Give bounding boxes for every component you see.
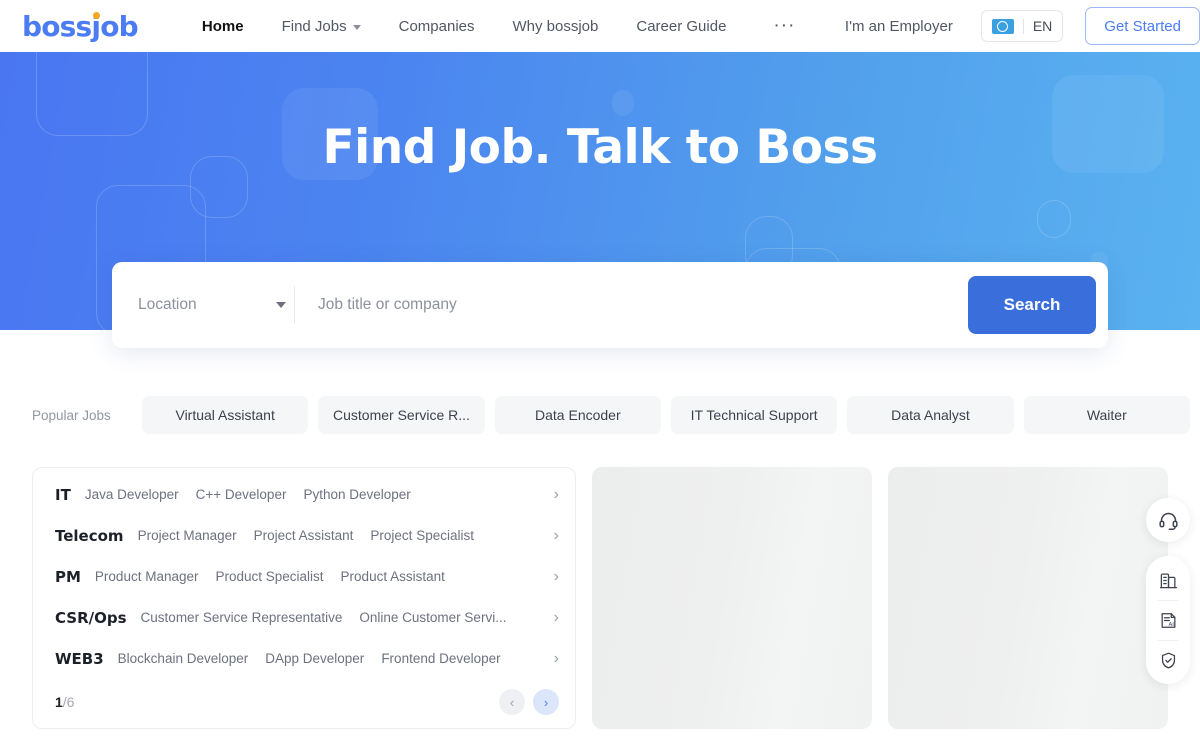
nav-item-find-jobs[interactable]: Find Jobs <box>263 18 380 35</box>
customer-support-button[interactable] <box>1146 498 1190 542</box>
page-indicator: 1/6 <box>55 694 74 710</box>
category-row-telecom[interactable]: Telecom Project Manager Project Assistan… <box>33 515 575 556</box>
logo-dot-icon <box>93 11 100 19</box>
get-started-button[interactable]: Get Started <box>1085 7 1200 45</box>
header-right-actions: I'm an Employer EN Get Started <box>845 7 1200 45</box>
category-row-web3[interactable]: WEB3 Blockchain Developer DApp Developer… <box>33 638 575 679</box>
category-name: IT <box>55 485 71 504</box>
hero-title: Find Job. Talk to Boss <box>322 120 878 175</box>
category-tag[interactable]: Java Developer <box>85 487 179 502</box>
bossjob-logo[interactable]: bossjob <box>22 9 139 43</box>
popular-jobs-chips: Virtual Assistant Customer Service R... … <box>142 396 1200 434</box>
nav-item-why-bossjob[interactable]: Why bossjob <box>494 18 618 35</box>
nav-item-companies[interactable]: Companies <box>380 18 494 35</box>
nav-label: Career Guide <box>636 17 727 35</box>
chevron-right-icon[interactable]: › <box>548 527 559 545</box>
popular-job-chip[interactable]: Virtual Assistant <box>142 396 309 434</box>
pagination-buttons: ‹ › <box>499 689 559 715</box>
popular-jobs-row: Popular Jobs Virtual Assistant Customer … <box>0 396 1200 434</box>
svg-text:AI: AI <box>1168 622 1174 628</box>
headset-icon <box>1158 510 1179 531</box>
category-tag[interactable]: Online Customer Servi... <box>359 610 506 625</box>
category-tag[interactable]: Python Developer <box>303 487 410 502</box>
page-current: 1 <box>55 694 63 710</box>
category-tag[interactable]: Project Manager <box>138 528 237 543</box>
content-placeholder-card <box>592 467 872 729</box>
chevron-down-icon <box>276 302 286 308</box>
nav-label: Find Jobs <box>281 17 347 35</box>
companies-button[interactable] <box>1146 560 1190 600</box>
category-row-it[interactable]: IT Java Developer C++ Developer Python D… <box>33 474 575 515</box>
employer-link[interactable]: I'm an Employer <box>845 18 953 35</box>
floating-side-dock: AI <box>1146 498 1190 684</box>
logo-text: bossjob <box>22 9 139 43</box>
decor-shape <box>1037 200 1071 238</box>
category-tags: Customer Service Representative Online C… <box>141 610 548 625</box>
dock-button-group: AI <box>1146 556 1190 684</box>
language-code: EN <box>1032 18 1053 34</box>
category-tags: Blockchain Developer DApp Developer Fron… <box>118 651 548 666</box>
category-row-csr-ops[interactable]: CSR/Ops Customer Service Representative … <box>33 597 575 638</box>
nav-item-home[interactable]: Home <box>183 18 263 35</box>
category-tags: Product Manager Product Specialist Produ… <box>95 569 548 584</box>
shield-check-icon <box>1159 651 1178 670</box>
language-selector[interactable]: EN <box>980 10 1064 42</box>
category-tag[interactable]: Blockchain Developer <box>118 651 249 666</box>
top-navigation-bar: bossjob Home Find Jobs Companies Why bos… <box>0 0 1200 52</box>
chevron-down-icon <box>352 24 361 30</box>
category-tag[interactable]: C++ Developer <box>196 487 287 502</box>
nav-label: Why bossjob <box>512 17 599 35</box>
chevron-right-icon[interactable]: › <box>548 650 559 668</box>
category-tag[interactable]: DApp Developer <box>265 651 364 666</box>
search-bar-container: Location Search <box>112 262 1108 348</box>
popular-jobs-label: Popular Jobs <box>32 407 111 423</box>
category-tag[interactable]: Product Manager <box>95 569 199 584</box>
search-button[interactable]: Search <box>968 276 1096 334</box>
category-tags: Java Developer C++ Developer Python Deve… <box>85 487 548 502</box>
previous-page-button[interactable]: ‹ <box>499 689 525 715</box>
nav-label: Companies <box>398 17 475 35</box>
building-icon <box>1159 571 1178 590</box>
page-total: /6 <box>62 694 75 710</box>
popular-job-chip[interactable]: Customer Service R... <box>318 396 485 434</box>
next-page-button[interactable]: › <box>533 689 559 715</box>
category-tag[interactable]: Project Specialist <box>370 528 474 543</box>
decor-shape <box>612 90 634 116</box>
location-label: Location <box>138 296 197 313</box>
category-tag[interactable]: Product Assistant <box>341 569 445 584</box>
un-flag-icon <box>991 18 1014 34</box>
categories-pagination: 1/6 ‹ › <box>33 679 575 725</box>
category-name: Telecom <box>55 526 124 545</box>
category-name: PM <box>55 567 81 586</box>
content-placeholder-card <box>888 467 1168 729</box>
category-tag[interactable]: Product Specialist <box>215 569 323 584</box>
nav-item-career-guide[interactable]: Career Guide <box>617 18 745 35</box>
main-content-row: IT Java Developer C++ Developer Python D… <box>0 467 1200 729</box>
chevron-right-icon[interactable]: › <box>548 486 559 504</box>
search-card: Location Search <box>112 262 1108 348</box>
category-tag[interactable]: Customer Service Representative <box>141 610 343 625</box>
category-name: WEB3 <box>55 649 104 668</box>
main-nav: Home Find Jobs Companies Why bossjob Car… <box>183 16 806 35</box>
more-menu-icon[interactable]: ··· <box>763 16 805 35</box>
category-tag[interactable]: Project Assistant <box>254 528 354 543</box>
verified-badge-button[interactable] <box>1146 640 1190 680</box>
popular-job-chip[interactable]: Data Analyst <box>847 396 1014 434</box>
ai-resume-icon: AI <box>1159 611 1178 630</box>
category-name: CSR/Ops <box>55 608 127 627</box>
nav-label: Home <box>201 17 244 35</box>
job-categories-card: IT Java Developer C++ Developer Python D… <box>32 467 576 729</box>
category-tags: Project Manager Project Assistant Projec… <box>138 528 548 543</box>
job-search-input[interactable] <box>295 296 968 314</box>
popular-job-chip[interactable]: IT Technical Support <box>670 396 838 434</box>
chevron-right-icon[interactable]: › <box>548 568 559 586</box>
location-select[interactable]: Location <box>112 296 294 314</box>
divider <box>1022 18 1024 34</box>
category-row-pm[interactable]: PM Product Manager Product Specialist Pr… <box>33 556 575 597</box>
popular-job-chip[interactable]: Waiter <box>1023 396 1190 434</box>
popular-job-chip[interactable]: Data Encoder <box>494 396 661 434</box>
chevron-right-icon[interactable]: › <box>548 609 559 627</box>
category-tag[interactable]: Frontend Developer <box>381 651 500 666</box>
ai-resume-button[interactable]: AI <box>1146 600 1190 640</box>
